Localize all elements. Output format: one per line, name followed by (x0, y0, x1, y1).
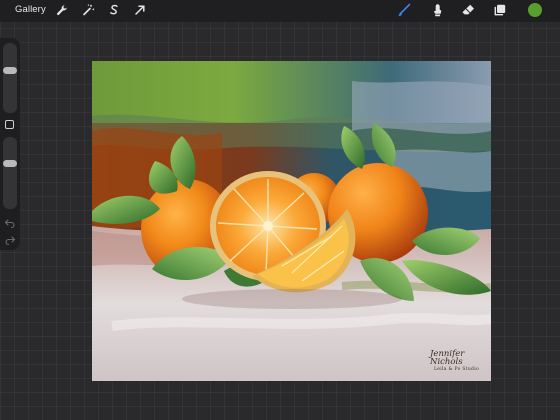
artist-signature: Jennifer Nichols Leila & Po Studio (430, 350, 491, 374)
wrench-icon[interactable] (55, 3, 69, 17)
signature-studio: Leila & Po Studio (434, 367, 479, 372)
opacity-slider[interactable] (3, 137, 17, 209)
magic-wand-icon[interactable] (81, 3, 95, 17)
redo-icon[interactable] (4, 235, 16, 245)
top-toolbar: Gallery (0, 0, 560, 22)
transform-arrow-icon[interactable] (133, 3, 147, 17)
left-sidebar (0, 38, 20, 250)
selection-icon[interactable] (107, 3, 121, 17)
brush-size-slider[interactable] (3, 43, 17, 113)
opacity-thumb[interactable] (3, 160, 17, 167)
color-picker-button[interactable] (528, 3, 542, 17)
signature-name: Jennifer Nichols (430, 349, 465, 367)
gallery-button[interactable]: Gallery (15, 4, 46, 15)
drawing-canvas[interactable]: Jennifer Nichols Leila & Po Studio (92, 61, 491, 381)
undo-icon[interactable] (4, 218, 16, 228)
smudge-icon[interactable] (430, 3, 444, 17)
eraser-icon[interactable] (461, 3, 475, 17)
oranges-artwork (92, 61, 491, 381)
layers-icon[interactable] (493, 3, 507, 17)
modify-button[interactable] (5, 120, 14, 129)
brush-icon[interactable] (397, 3, 411, 17)
brush-size-thumb[interactable] (3, 67, 17, 74)
